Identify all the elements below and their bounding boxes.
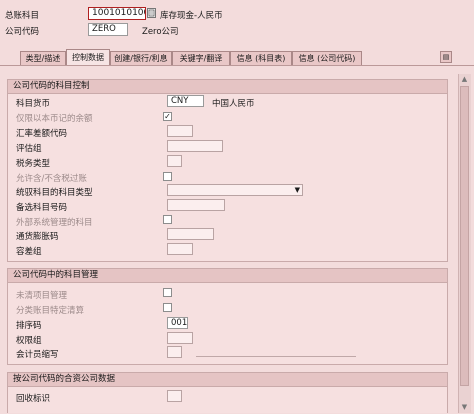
company-code-description: Zero公司 [142, 27, 179, 37]
post-without-tax-checkbox[interactable] [163, 172, 172, 181]
tab-control-data[interactable]: 控制数据 [66, 49, 110, 65]
joint-venture-group-title: 按公司代码的合资公司数据 [8, 373, 447, 387]
scroll-thumb[interactable] [460, 86, 469, 386]
account-currency-input[interactable]: CNY [167, 95, 204, 107]
authorization-group-input[interactable] [167, 332, 193, 344]
exchange-diff-input[interactable] [167, 125, 193, 137]
joint-venture-group: 按公司代码的合资公司数据 [7, 372, 448, 413]
recovery-indicator-input[interactable] [167, 390, 182, 402]
tab-strip: 类型/描述 控制数据 创建/银行/利息 关键字/翻译 信息 (科目表) 信息 (… [0, 47, 474, 65]
accounting-clerk-label: 会计员缩写 [16, 350, 59, 360]
company-code-input[interactable]: ZERO [88, 23, 128, 36]
sort-key-input[interactable]: 001 [167, 317, 188, 329]
sort-key-label: 排序码 [16, 321, 42, 331]
alt-account-label: 备选科目号码 [16, 203, 68, 213]
tab-info-chart-of-accounts[interactable]: 信息 (科目表) [230, 51, 292, 65]
tab-create-bank-interest[interactable]: 创建/银行/利息 [110, 51, 172, 65]
external-mgmt-label: 外部系统管理的科目 [16, 218, 93, 228]
tab-list-icon[interactable]: ▤ [440, 51, 452, 63]
chevron-down-icon: ▼ [294, 186, 300, 194]
open-item-mgmt-checkbox[interactable] [163, 288, 172, 297]
line-item-display-checkbox[interactable] [163, 303, 172, 312]
account-currency-label: 科目货币 [16, 99, 51, 109]
tab-keyword-translation[interactable]: 关键字/翻译 [172, 51, 230, 65]
authorization-group-label: 权限组 [16, 336, 42, 346]
scroll-up-icon[interactable]: ▲ [460, 75, 469, 84]
tax-category-label: 税务类型 [16, 159, 51, 169]
tax-category-input[interactable] [167, 155, 182, 167]
valuation-group-label: 评估组 [16, 144, 42, 154]
line-item-display-label: 分类账目特定清算 [16, 306, 85, 316]
vertical-scrollbar[interactable]: ▲ ▼ [458, 74, 471, 413]
gl-account-input[interactable]: 1001010100 [88, 7, 146, 20]
gl-account-description: 库存现金-人民币 [160, 11, 223, 21]
local-balances-label: 仅限以本币记的余额 [16, 114, 93, 124]
open-item-mgmt-label: 未清项目管理 [16, 291, 68, 301]
valuation-group-input[interactable] [167, 140, 223, 152]
gl-account-label: 总账科目 [5, 11, 40, 21]
matchcode-icon[interactable] [147, 8, 156, 18]
post-without-tax-label: 允许含/不含税过账 [16, 174, 87, 184]
scroll-down-icon[interactable]: ▼ [460, 403, 469, 412]
external-mgmt-checkbox[interactable] [163, 215, 172, 224]
inflation-key-input[interactable] [167, 228, 214, 240]
tab-info-company-code[interactable]: 信息 (公司代码) [292, 51, 362, 65]
recon-account-type-select[interactable]: ▼ [167, 184, 303, 196]
local-balances-checkbox[interactable]: ✓ [163, 112, 172, 121]
inflation-key-label: 通货膨胀码 [16, 232, 59, 242]
account-currency-description: 中国人民币 [212, 99, 255, 109]
account-management-group: 公司代码中的科目管理 [7, 268, 448, 365]
recon-account-type-label: 统驭科目的科目类型 [16, 188, 93, 198]
recovery-indicator-label: 回收标识 [16, 394, 51, 404]
accounting-clerk-description [196, 356, 356, 357]
tab-type-description[interactable]: 类型/描述 [20, 51, 66, 65]
tolerance-group-label: 容差组 [16, 247, 42, 257]
tolerance-group-input[interactable] [167, 243, 193, 255]
exchange-diff-label: 汇率差额代码 [16, 129, 68, 139]
account-control-group-title: 公司代码的科目控制 [8, 80, 447, 94]
accounting-clerk-input[interactable] [167, 346, 182, 358]
account-management-group-title: 公司代码中的科目管理 [8, 269, 447, 283]
company-code-label: 公司代码 [5, 27, 40, 37]
alt-account-input[interactable] [167, 199, 225, 211]
